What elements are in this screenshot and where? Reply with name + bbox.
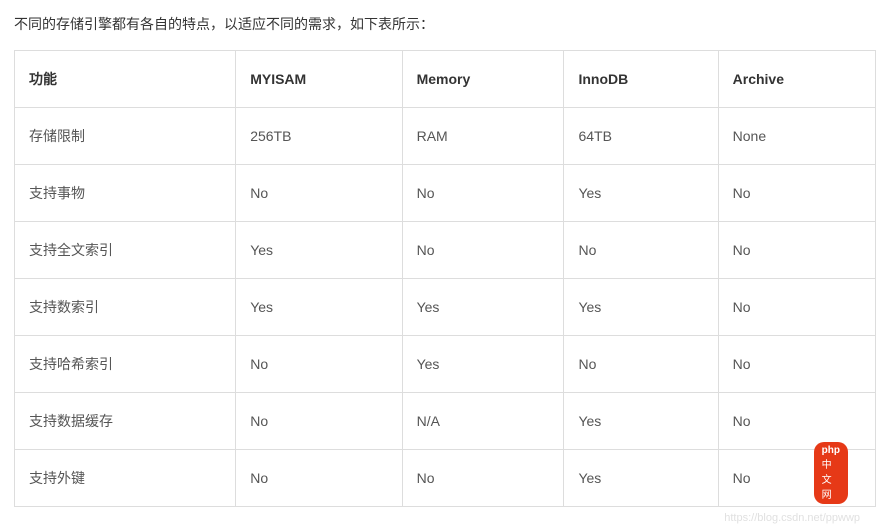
cell-value: Yes	[564, 165, 718, 222]
table-row: 支持数据缓存 No N/A Yes No	[15, 393, 876, 450]
table-row: 存储限制 256TB RAM 64TB None	[15, 108, 876, 165]
cell-feature: 支持外键	[15, 450, 236, 507]
table-row: 支持事物 No No Yes No	[15, 165, 876, 222]
cell-value: No	[718, 222, 875, 279]
cell-value: No	[718, 165, 875, 222]
cell-value: 64TB	[564, 108, 718, 165]
cell-value: No	[718, 393, 875, 450]
cell-value: N/A	[402, 393, 564, 450]
cell-value: No	[564, 222, 718, 279]
cell-value: Yes	[402, 336, 564, 393]
cell-value: No	[718, 336, 875, 393]
cell-feature: 支持数索引	[15, 279, 236, 336]
header-archive: Archive	[718, 51, 875, 108]
cell-value: No	[236, 336, 402, 393]
cell-value: No	[236, 450, 402, 507]
cell-feature: 支持数据缓存	[15, 393, 236, 450]
cell-value: No	[718, 279, 875, 336]
cell-feature: 支持全文索引	[15, 222, 236, 279]
intro-text: 不同的存储引擎都有各自的特点，以适应不同的需求，如下表所示：	[14, 14, 876, 34]
cell-value: Yes	[236, 222, 402, 279]
table-row: 支持数索引 Yes Yes Yes No	[15, 279, 876, 336]
cell-value: RAM	[402, 108, 564, 165]
cell-feature: 存储限制	[15, 108, 236, 165]
cell-value: No	[718, 450, 875, 507]
cell-value: Yes	[564, 450, 718, 507]
storage-engine-table: 功能 MYISAM Memory InnoDB Archive 存储限制 256…	[14, 50, 876, 507]
table-row: 支持全文索引 Yes No No No	[15, 222, 876, 279]
cell-value: No	[402, 450, 564, 507]
cell-value: Yes	[236, 279, 402, 336]
cell-value: No	[236, 165, 402, 222]
header-memory: Memory	[402, 51, 564, 108]
cell-value: No	[402, 165, 564, 222]
header-feature: 功能	[15, 51, 236, 108]
header-myisam: MYISAM	[236, 51, 402, 108]
table-row: 支持哈希索引 No Yes No No	[15, 336, 876, 393]
cell-value: None	[718, 108, 875, 165]
watermark-text: https://blog.csdn.net/ppwwp	[724, 512, 860, 524]
cell-value: No	[564, 336, 718, 393]
cell-value: 256TB	[236, 108, 402, 165]
cell-value: Yes	[402, 279, 564, 336]
cell-value: No	[236, 393, 402, 450]
cell-feature: 支持事物	[15, 165, 236, 222]
cell-feature: 支持哈希索引	[15, 336, 236, 393]
cell-value: No	[402, 222, 564, 279]
badge-logo: php 中文网	[814, 442, 848, 504]
table-row: 支持外键 No No Yes No	[15, 450, 876, 507]
header-innodb: InnoDB	[564, 51, 718, 108]
table-header-row: 功能 MYISAM Memory InnoDB Archive	[15, 51, 876, 108]
cell-value: Yes	[564, 279, 718, 336]
cell-value: Yes	[564, 393, 718, 450]
